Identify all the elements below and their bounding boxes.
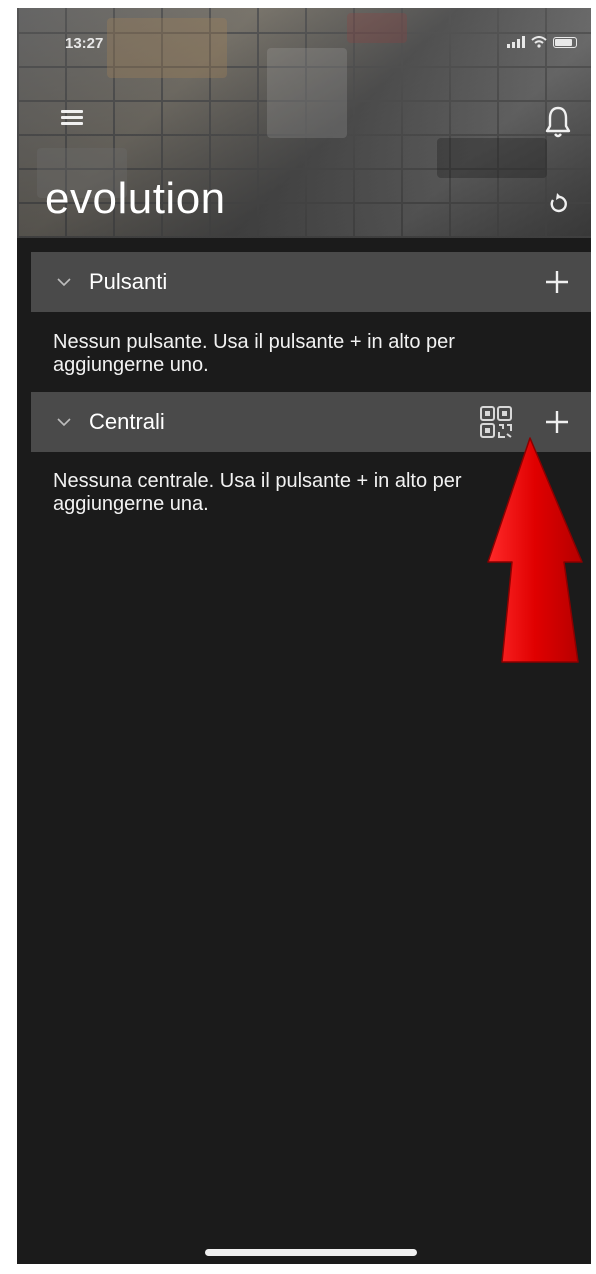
page-title: evolution [45,174,226,223]
empty-message: Nessun pulsante. Usa il pulsante + in al… [53,331,455,376]
battery-icon [553,36,577,48]
chevron-down-icon [57,278,71,287]
red-arrow-annotation [487,437,583,663]
home-indicator [205,1249,417,1256]
signal-icon [507,36,525,48]
add-button[interactable] [541,266,573,298]
refresh-icon[interactable] [547,192,569,214]
section-header-pulsanti[interactable]: Pulsanti [31,252,591,312]
bell-icon[interactable] [543,104,573,140]
qr-code-icon[interactable] [479,405,513,439]
wifi-icon [531,36,547,48]
section-label: Centrali [89,409,165,434]
hamburger-icon[interactable] [61,110,83,126]
add-button[interactable] [541,406,573,438]
status-time: 13:27 [65,35,104,52]
section-label: Pulsanti [89,269,168,294]
status-icons [507,36,577,48]
chevron-down-icon [57,418,71,427]
